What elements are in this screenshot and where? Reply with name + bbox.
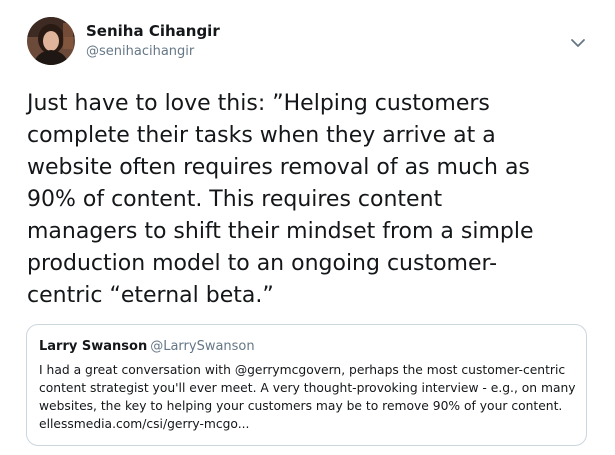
author-name[interactable]: Seniha Cihangir xyxy=(86,22,220,40)
profile-photo-icon xyxy=(27,17,75,65)
tweet-card: Seniha Cihangir @senihacihangir Just hav… xyxy=(0,0,615,455)
quoted-author-handle: @LarrySwanson xyxy=(150,339,255,354)
author-handle[interactable]: @senihacihangir xyxy=(86,44,194,59)
quoted-tweet-link[interactable]: ellessmedia.com/csi/gerry-mcgo... xyxy=(39,417,249,431)
quoted-tweet-body: I had a great conversation with @gerrymc… xyxy=(39,363,576,413)
quoted-tweet-header: Larry Swanson @LarrySwanson xyxy=(39,339,255,354)
chevron-down-icon[interactable] xyxy=(568,36,588,50)
tweet-text: Just have to love this: ”Helping custome… xyxy=(27,91,534,308)
avatar[interactable] xyxy=(27,17,75,65)
quoted-tweet[interactable]: Larry Swanson @LarrySwanson I had a great… xyxy=(26,324,587,446)
quoted-tweet-text: I had a great conversation with @gerrymc… xyxy=(39,361,579,433)
quoted-author-name: Larry Swanson xyxy=(39,339,148,354)
